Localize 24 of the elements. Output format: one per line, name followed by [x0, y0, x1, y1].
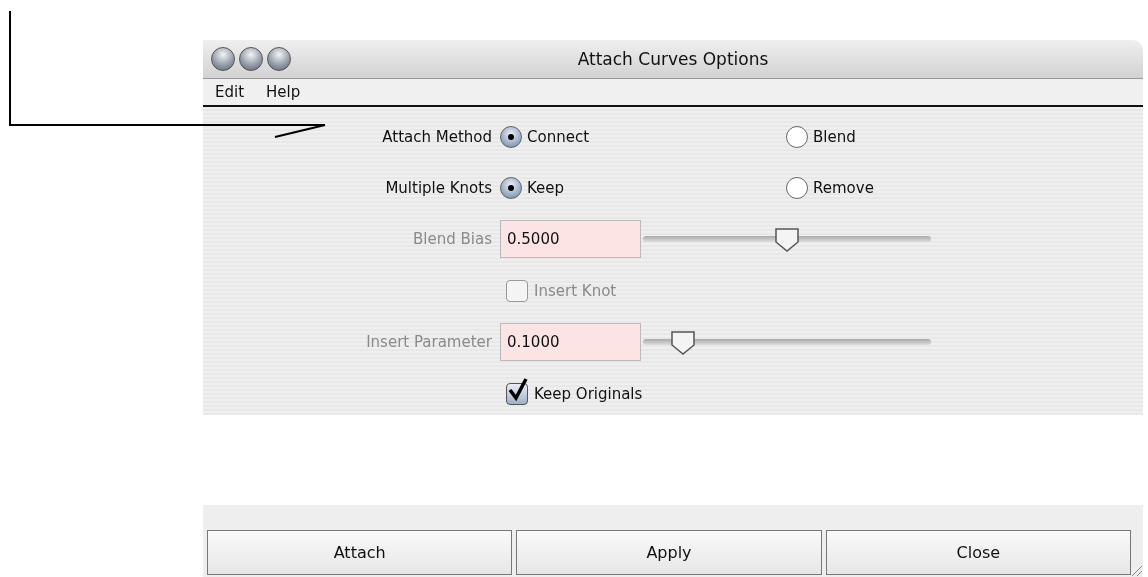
dialog-button[interactable]: Close	[825, 530, 1131, 575]
minimize-icon[interactable]	[239, 47, 263, 71]
checkbox-label: Keep Originals	[534, 384, 643, 403]
radio-label: Remove	[813, 178, 874, 197]
option-label: Attach Method	[382, 127, 492, 146]
option-label: Insert Parameter	[366, 333, 492, 351]
checkbox-label: Insert Knot	[534, 281, 617, 300]
option-label: Blend Bias	[413, 230, 492, 248]
menu-item[interactable]: Help	[266, 83, 301, 101]
menu-item[interactable]: Edit	[215, 83, 245, 101]
radio-button[interactable]	[500, 125, 522, 148]
resize-grip-icon[interactable]	[1129, 563, 1143, 577]
close-icon[interactable]	[211, 47, 235, 71]
radio-label: Connect	[527, 127, 590, 146]
radio-button[interactable]	[500, 176, 522, 199]
radio-label: Blend	[813, 127, 856, 146]
option-label: Multiple Knots	[385, 178, 492, 197]
zoom-icon[interactable]	[267, 47, 291, 71]
dialog-button[interactable]: Apply	[516, 530, 822, 575]
dialog-button[interactable]: Attach	[207, 530, 513, 575]
radio-button[interactable]	[786, 176, 808, 199]
radio-button[interactable]	[786, 125, 808, 148]
radio-label: Keep	[527, 178, 565, 197]
window-title: Attach Curves Options	[577, 49, 769, 69]
